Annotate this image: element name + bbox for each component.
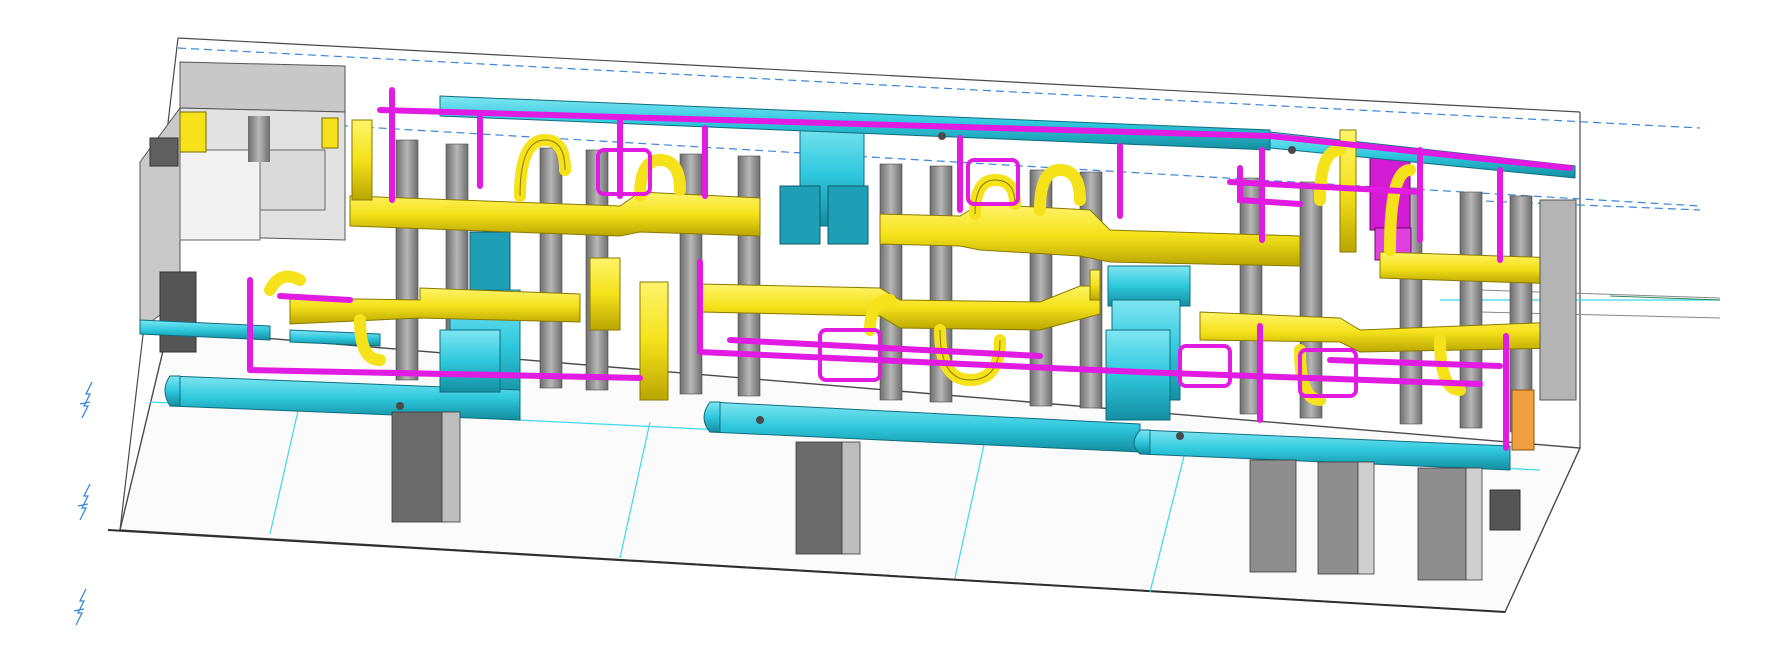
pipe-loop[interactable] [1178, 344, 1232, 388]
column [539, 147, 563, 389]
support-pillar [1357, 461, 1375, 575]
duct-elbow[interactable] [634, 153, 686, 202]
supply-duct-riser[interactable] [1089, 269, 1101, 301]
yellow-panel [179, 111, 207, 153]
pipe-branch[interactable] [277, 293, 353, 303]
support-pillar [1465, 467, 1483, 581]
support-pillar [841, 441, 861, 555]
column [395, 139, 419, 381]
ahu-block[interactable] [827, 185, 869, 245]
support-pillar [1249, 459, 1297, 573]
support-pillar [1317, 461, 1359, 575]
valve [396, 402, 404, 410]
supply-duct-riser[interactable] [351, 119, 373, 201]
column [879, 163, 903, 401]
grid-marker-icon [73, 588, 87, 626]
duct-elbow[interactable] [1034, 163, 1086, 216]
ahu-block[interactable] [779, 185, 821, 245]
column [737, 155, 761, 397]
plant-room-partition [179, 149, 261, 241]
dark-unit [149, 137, 179, 167]
support-pillar [1417, 467, 1467, 581]
return-duct-bottom-left-cap[interactable] [164, 375, 181, 407]
supply-duct-lower-left[interactable] [289, 287, 581, 325]
supply-duct-riser[interactable] [639, 281, 669, 401]
supply-duct-riser[interactable] [589, 257, 621, 331]
grey-cabinet[interactable] [1539, 199, 1577, 401]
orange-panel [1511, 389, 1535, 451]
support-pillar [391, 411, 443, 523]
valve [1288, 146, 1296, 154]
supply-duct-upper-right[interactable] [1379, 251, 1561, 285]
duct-elbow[interactable] [1314, 144, 1346, 206]
plant-room-roof [179, 61, 346, 113]
duct-elbow[interactable] [264, 270, 306, 296]
ahu-block[interactable] [469, 231, 511, 291]
model-viewport[interactable] [0, 0, 1765, 672]
support-pillar [441, 411, 461, 523]
mep-model-view [0, 0, 1765, 672]
dark-unit [159, 271, 197, 353]
valve [938, 132, 946, 140]
return-duct-riser[interactable] [439, 329, 501, 393]
valve [1176, 432, 1184, 440]
roof-edge-back [177, 37, 1581, 113]
support-pillar [795, 441, 843, 555]
grid-marker-icon [77, 483, 91, 521]
valve [756, 416, 764, 424]
grid-marker-icon [79, 381, 93, 419]
dark-cabinet[interactable] [1489, 489, 1521, 531]
grey-column [248, 116, 270, 162]
grid-markers [73, 381, 93, 626]
yellow-panel [321, 117, 339, 149]
